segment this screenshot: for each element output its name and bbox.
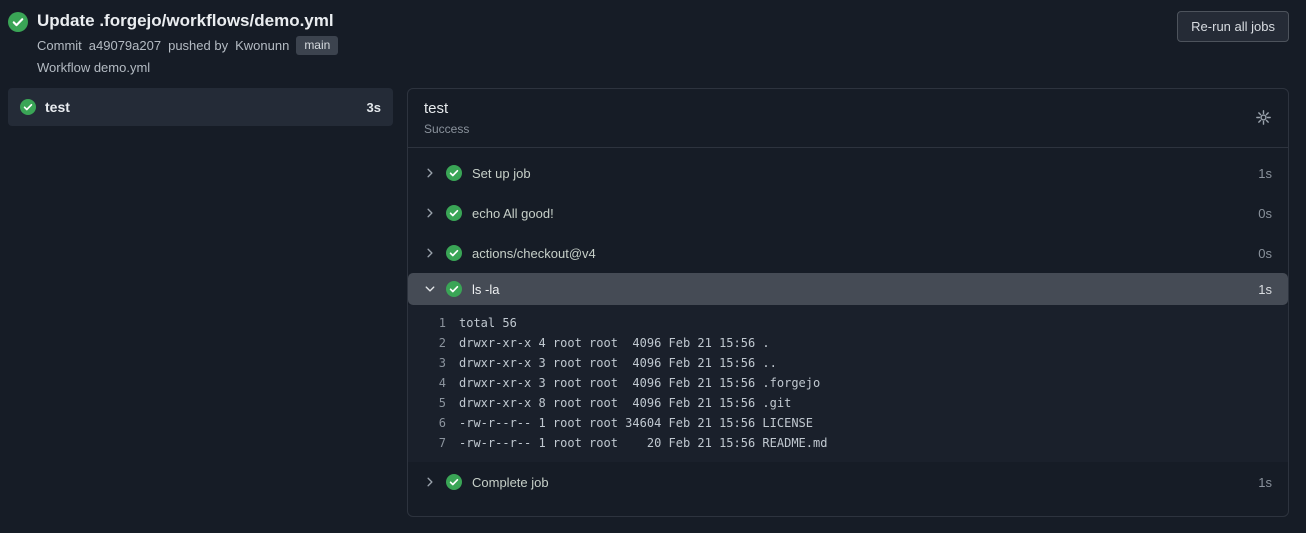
- step-label: Set up job: [472, 165, 531, 181]
- log-line: 3 drwxr-xr-x 3 root root 4096 Feb 21 15:…: [408, 353, 1288, 373]
- run-title: Update .forgejo/workflows/demo.yml: [37, 11, 334, 30]
- job-sidebar: test 3s: [8, 88, 393, 126]
- log-line-text: drwxr-xr-x 3 root root 4096 Feb 21 15:56…: [459, 376, 821, 390]
- log-line-text: drwxr-xr-x 8 root root 4096 Feb 21 15:56…: [459, 396, 792, 410]
- log-line: 7 -rw-r--r-- 1 root root 20 Feb 21 15:56…: [408, 433, 1288, 453]
- step-duration: 0s: [1258, 245, 1272, 261]
- log-line-number[interactable]: 1: [408, 313, 446, 333]
- job-detail-panel: test Success Set up job 1s echo All good…: [407, 88, 1289, 517]
- log-line-number[interactable]: 6: [408, 413, 446, 433]
- step-success-icon: [446, 245, 462, 261]
- step-duration: 1s: [1258, 474, 1272, 490]
- chevron-down-icon: [424, 283, 436, 295]
- log-line-text: -rw-r--r-- 1 root root 20 Feb 21 15:56 R…: [459, 436, 828, 450]
- step-label: echo All good!: [472, 205, 554, 221]
- log-line-text: total 56: [459, 316, 517, 330]
- step-duration: 0s: [1258, 205, 1272, 221]
- workflow-line: Workflow demo.yml: [37, 60, 151, 75]
- step-success-icon: [446, 474, 462, 490]
- log-line: 4 drwxr-xr-x 3 root root 4096 Feb 21 15:…: [408, 373, 1288, 393]
- step-log-output: 1 total 56 2 drwxr-xr-x 4 root root 4096…: [408, 305, 1288, 462]
- run-header-text: Update .forgejo/workflows/demo.yml Commi…: [37, 10, 339, 76]
- job-name: test: [45, 99, 70, 115]
- log-line-text: -rw-r--r-- 1 root root 34604 Feb 21 15:5…: [459, 416, 814, 430]
- step-label: actions/checkout@v4: [472, 245, 596, 261]
- step-success-icon: [446, 281, 462, 297]
- sidebar-job-item[interactable]: test 3s: [8, 88, 393, 126]
- log-line-number[interactable]: 7: [408, 433, 446, 453]
- job-status-text: Success: [424, 122, 470, 136]
- log-line: 5 drwxr-xr-x 8 root root 4096 Feb 21 15:…: [408, 393, 1288, 413]
- run-header: Update .forgejo/workflows/demo.yml Commi…: [8, 10, 1289, 88]
- log-line-text: drwxr-xr-x 4 root root 4096 Feb 21 15:56…: [459, 336, 770, 350]
- log-line-number[interactable]: 3: [408, 353, 446, 373]
- step-row[interactable]: ls -la 1s: [408, 273, 1288, 305]
- chevron-right-icon: [424, 207, 436, 219]
- step-label: ls -la: [472, 281, 500, 297]
- job-panel-header-text: test Success: [424, 99, 469, 136]
- step-label: Complete job: [472, 474, 549, 490]
- step-success-icon: [446, 205, 462, 221]
- step-row[interactable]: Complete job 1s: [408, 462, 1288, 502]
- job-list: test 3s: [8, 88, 393, 126]
- step-row[interactable]: actions/checkout@v4 0s: [408, 233, 1288, 273]
- run-success-icon: [8, 12, 28, 76]
- commit-sha-link[interactable]: a49079a207: [89, 37, 161, 54]
- pushed-by-label: pushed by: [168, 38, 229, 53]
- step-duration: 1s: [1258, 281, 1272, 297]
- log-line-number[interactable]: 2: [408, 333, 446, 353]
- commit-line: Commit a49079a207 pushed by Kwonunn main: [37, 36, 339, 55]
- commit-label: Commit: [37, 38, 82, 53]
- chevron-right-icon: [424, 167, 436, 179]
- job-panel-title: test: [424, 100, 449, 117]
- run-header-left: Update .forgejo/workflows/demo.yml Commi…: [8, 10, 339, 76]
- step-success-icon: [446, 165, 462, 181]
- branch-badge[interactable]: main: [296, 36, 339, 55]
- job-panel-header: test Success: [408, 89, 1288, 148]
- log-line-number[interactable]: 5: [408, 393, 446, 413]
- step-duration: 1s: [1258, 165, 1272, 181]
- job-success-icon: [20, 99, 36, 115]
- workflow-run-page: Update .forgejo/workflows/demo.yml Commi…: [0, 0, 1306, 533]
- log-line: 1 total 56: [408, 313, 1288, 333]
- log-line-text: drwxr-xr-x 3 root root 4096 Feb 21 15:56…: [459, 356, 777, 370]
- step-list: Set up job 1s echo All good! 0s actions/…: [408, 148, 1288, 516]
- log-line-number[interactable]: 4: [408, 373, 446, 393]
- log-line: 2 drwxr-xr-x 4 root root 4096 Feb 21 15:…: [408, 333, 1288, 353]
- commit-author-link[interactable]: Kwonunn: [235, 37, 289, 54]
- gear-icon[interactable]: [1255, 109, 1272, 126]
- step-row[interactable]: echo All good! 0s: [408, 193, 1288, 233]
- chevron-right-icon: [424, 476, 436, 488]
- rerun-all-jobs-button[interactable]: Re-run all jobs: [1177, 11, 1289, 42]
- chevron-right-icon: [424, 247, 436, 259]
- log-line: 6 -rw-r--r-- 1 root root 34604 Feb 21 15…: [408, 413, 1288, 433]
- step-row[interactable]: Set up job 1s: [408, 153, 1288, 193]
- job-duration: 3s: [366, 99, 381, 115]
- run-main: test 3s test Success Set up job 1s echo …: [8, 88, 1289, 517]
